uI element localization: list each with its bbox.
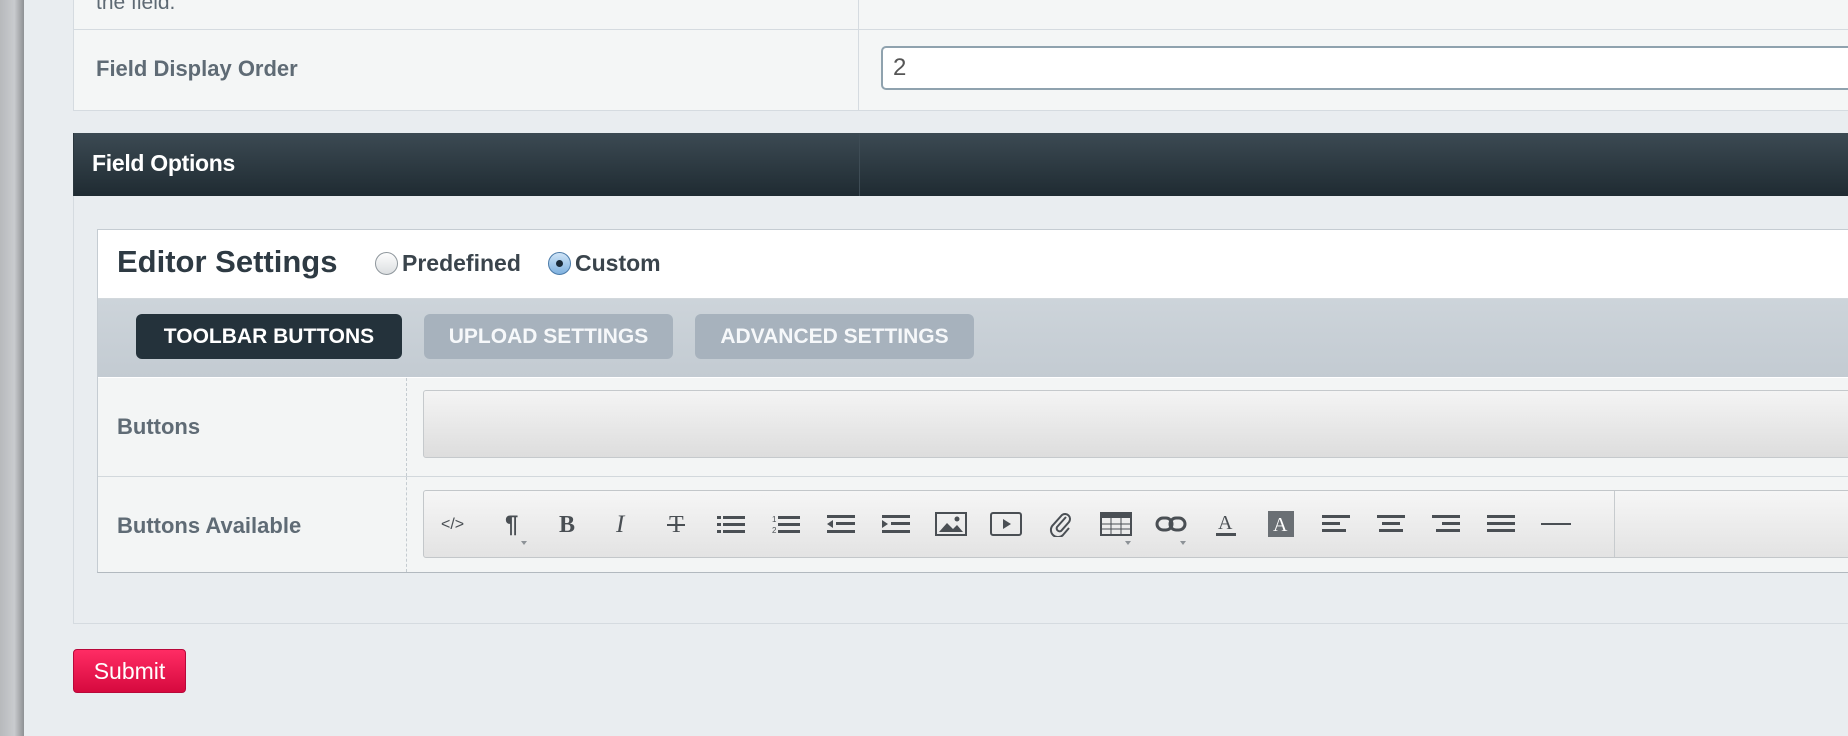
buttons-available-row: Buttons Available </> ¶ B I 1 2 A A <box>98 477 1848 572</box>
font-color-icon[interactable]: A <box>1201 491 1251 557</box>
available-buttons-toolbar: </> ¶ B I T <box>423 490 1848 558</box>
buttons-row: Buttons <box>98 378 1848 477</box>
header-divider <box>859 133 860 196</box>
content-panel: the field. Field Display Order Field Opt… <box>73 0 1848 733</box>
field-description-row: the field. <box>74 0 1848 30</box>
toolbar-divider <box>1614 491 1615 557</box>
field-options-area: Editor Settings Predefined Custom TOOLBA… <box>73 196 1848 624</box>
buttons-available-label: Buttons Available <box>117 513 302 538</box>
svg-text:¶: ¶ <box>505 512 518 536</box>
indent-icon[interactable] <box>871 491 921 557</box>
radio-custom-label: Custom <box>575 250 661 276</box>
unordered-list-icon[interactable] <box>706 491 756 557</box>
selected-buttons-dropzone[interactable] <box>423 390 1848 458</box>
file-attach-icon[interactable] <box>1036 491 1086 557</box>
svg-text:2: 2 <box>772 526 777 534</box>
chevron-down-icon <box>521 541 527 545</box>
svg-text:A: A <box>1218 512 1233 534</box>
display-order-row: Field Display Order <box>74 30 1848 111</box>
editor-settings-head: Editor Settings Predefined Custom <box>98 230 1848 299</box>
html-code-icon[interactable]: </> <box>432 491 482 557</box>
column-separator <box>406 477 407 572</box>
label-cell: the field. <box>74 0 859 29</box>
editor-settings-box: Editor Settings Predefined Custom TOOLBA… <box>97 229 1848 573</box>
radio-predefined[interactable]: Predefined <box>375 250 521 277</box>
svg-text:I: I <box>615 512 626 536</box>
field-description-tail-text: the field. <box>96 0 176 14</box>
align-right-icon[interactable] <box>1421 491 1471 557</box>
submit-button[interactable]: Submit <box>73 649 186 693</box>
editor-settings-title: Editor Settings <box>117 244 338 279</box>
link-icon[interactable] <box>1146 491 1196 557</box>
section-title: Field Options <box>92 150 236 176</box>
video-icon[interactable] <box>981 491 1031 557</box>
paragraph-format-icon[interactable]: ¶ <box>487 491 537 557</box>
radio-predefined-label: Predefined <box>402 250 521 276</box>
tab-toolbar-buttons[interactable]: TOOLBAR BUTTONS <box>136 314 402 359</box>
background-color-icon[interactable]: A <box>1256 491 1306 557</box>
display-order-label: Field Display Order <box>96 56 298 81</box>
outdent-icon[interactable] <box>816 491 866 557</box>
label-cell: Field Display Order <box>74 30 859 110</box>
column-separator <box>406 378 407 476</box>
buttons-label: Buttons <box>117 414 201 439</box>
ordered-list-icon[interactable]: 12 <box>761 491 811 557</box>
italic-icon[interactable]: I <box>596 491 646 557</box>
bold-icon[interactable]: B <box>542 491 592 557</box>
chevron-down-icon <box>1180 541 1186 545</box>
editor-tabs-bar: TOOLBAR BUTTONS UPLOAD SETTINGS ADVANCED… <box>98 299 1848 377</box>
align-justify-icon[interactable] <box>1476 491 1526 557</box>
svg-text:1: 1 <box>772 515 777 524</box>
svg-text:A: A <box>1273 514 1288 536</box>
strikethrough-icon[interactable]: T <box>651 491 701 557</box>
field-options-header: Field Options <box>73 133 1848 196</box>
tab-upload-settings[interactable]: UPLOAD SETTINGS <box>424 314 673 359</box>
align-left-icon[interactable] <box>1311 491 1361 557</box>
chevron-down-icon <box>1125 541 1131 545</box>
tab-advanced-settings[interactable]: ADVANCED SETTINGS <box>695 314 974 359</box>
horizontal-rule-icon[interactable] <box>1531 491 1581 557</box>
image-icon[interactable] <box>926 491 976 557</box>
radio-selected-icon[interactable] <box>548 252 571 275</box>
align-center-icon[interactable] <box>1366 491 1416 557</box>
window-edge <box>0 0 24 736</box>
svg-text:B: B <box>559 512 575 536</box>
field-form-table: the field. Field Display Order <box>73 0 1848 111</box>
table-icon[interactable] <box>1091 491 1141 557</box>
radio-circle-icon[interactable] <box>375 252 398 275</box>
radio-custom[interactable]: Custom <box>548 250 661 277</box>
display-order-input[interactable] <box>881 46 1848 90</box>
svg-text:</>: </> <box>441 516 464 532</box>
